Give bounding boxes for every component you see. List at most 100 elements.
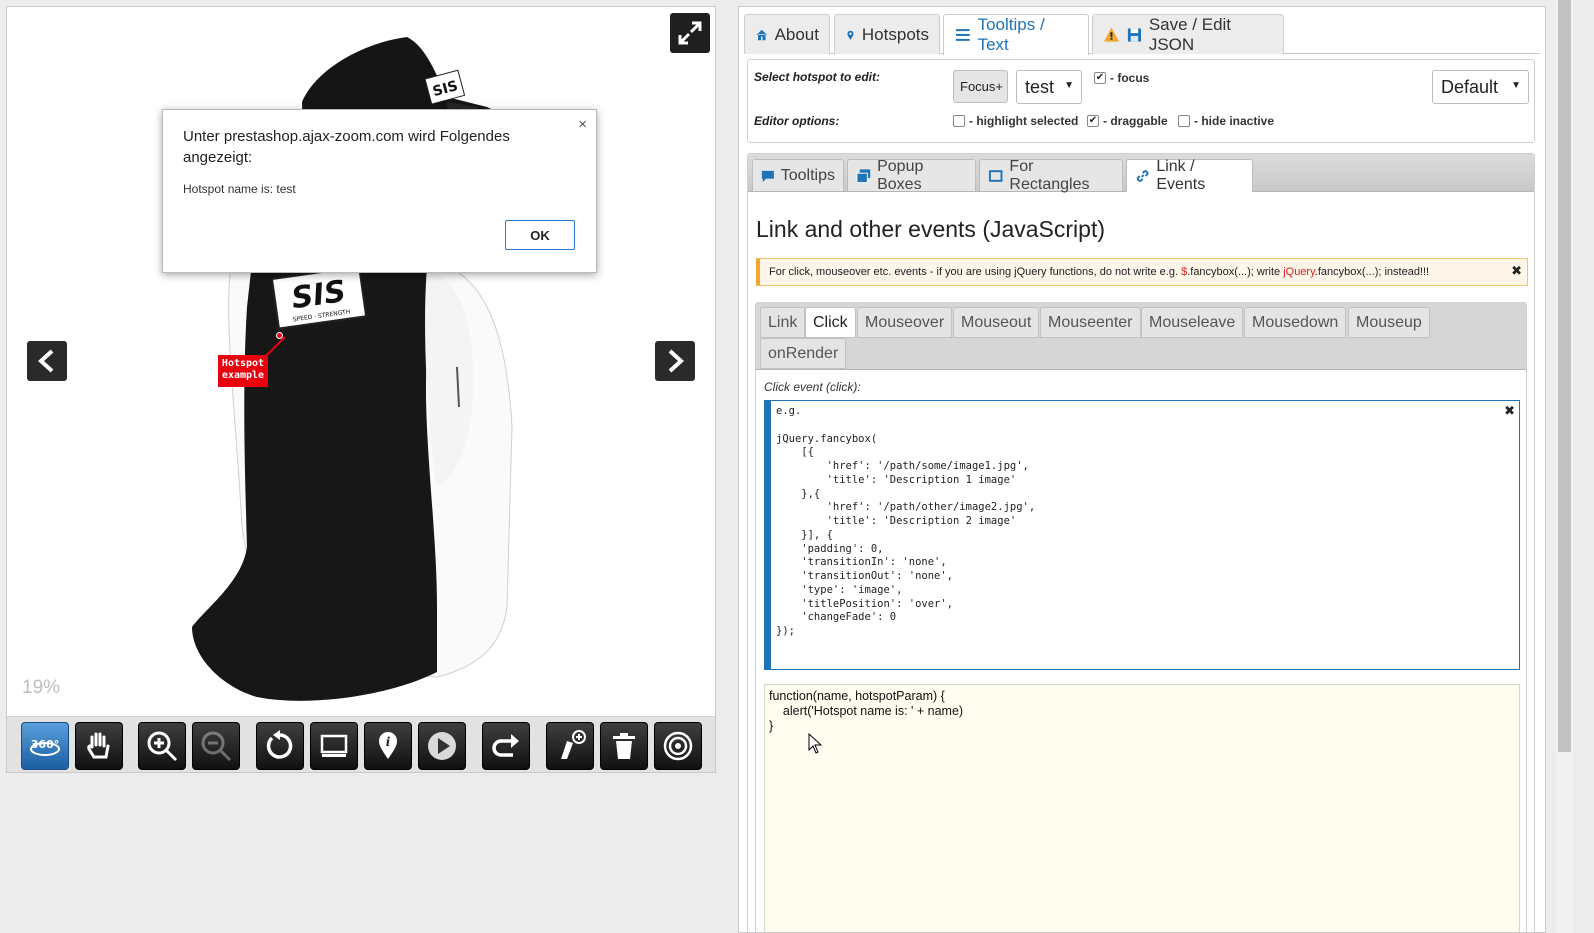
- editor-panel: About Hotspots Tooltips / Text Save / Ed…: [738, 6, 1546, 933]
- checkbox-checked[interactable]: ✔: [1087, 115, 1099, 127]
- highlight-selected-label: - highlight selected: [969, 114, 1079, 128]
- warning-good-example: jQuery: [1283, 266, 1315, 278]
- tab-hotspots[interactable]: Hotspots: [834, 14, 940, 54]
- click-code-editor[interactable]: function(name, hotspotParam) { alert('Ho…: [764, 684, 1520, 932]
- add-hotspot-icon: [561, 730, 586, 759]
- tooltips-text-panel: Tooltips Popup Boxes For Rectangles Link…: [747, 153, 1535, 932]
- subtab-label: For Rectangles: [1009, 157, 1090, 193]
- checkbox-checked[interactable]: ✔: [1094, 72, 1106, 84]
- event-tab-mouseout[interactable]: Mouseout: [953, 307, 1040, 338]
- gallery-button[interactable]: [310, 722, 358, 770]
- hand-pan-icon: [87, 732, 110, 759]
- reset-button[interactable]: [256, 722, 304, 770]
- map-marker-icon: [847, 30, 854, 40]
- event-tab-onrender[interactable]: onRender: [760, 338, 847, 369]
- draggable-checkbox[interactable]: ✔ - draggable: [1087, 114, 1168, 128]
- event-tab-link[interactable]: Link: [760, 307, 806, 338]
- event-tab-mouseleave[interactable]: Mouseleave: [1141, 307, 1244, 338]
- scrollbar-thumb[interactable]: [1558, 0, 1571, 752]
- pan-button[interactable]: [75, 722, 123, 770]
- rectangle-icon: [988, 169, 1003, 182]
- caret-down-icon: ▼: [1064, 80, 1074, 91]
- mouse-cursor-icon: [808, 733, 822, 754]
- page-scrollbar[interactable]: [1556, 0, 1573, 933]
- event-panel: Link Click Mouseover Mouseout Mouseenter…: [755, 302, 1527, 932]
- tab-tooltips-text[interactable]: Tooltips / Text: [943, 14, 1089, 55]
- reset-icon: [266, 730, 293, 759]
- select-hotspot-label: Select hotspot to edit:: [754, 70, 880, 84]
- tab-about[interactable]: About: [744, 14, 830, 54]
- prev-button[interactable]: [27, 341, 67, 381]
- subtab-for-rectangles[interactable]: For Rectangles: [979, 157, 1123, 193]
- checkbox-unchecked[interactable]: [953, 115, 965, 127]
- subtab-link-events[interactable]: Link / Events: [1126, 158, 1253, 193]
- tab-save-edit-json[interactable]: Save / Edit JSON: [1092, 14, 1284, 54]
- zoom-in-button[interactable]: [138, 722, 186, 770]
- image-viewer[interactable]: SIS SPEED · STRENGTH SIS Hotspot example…: [6, 6, 716, 773]
- tab-label: Save / Edit JSON: [1148, 14, 1232, 54]
- tab-label: Hotspots: [861, 24, 929, 44]
- popup-icon: [856, 168, 871, 183]
- close-icon[interactable]: ×: [578, 116, 587, 133]
- redo-icon: [492, 734, 519, 757]
- chevron-left-icon: [38, 349, 54, 373]
- mode-select[interactable]: Default ▼: [1432, 70, 1529, 104]
- close-icon[interactable]: ✖: [1504, 403, 1515, 419]
- caret-down-icon: ▼: [1511, 80, 1521, 91]
- event-tab-mousedown[interactable]: Mousedown: [1244, 307, 1347, 338]
- expand-icon: [678, 21, 702, 45]
- svg-text:i: i: [386, 735, 391, 749]
- warning-text-before: For click, mouseover etc. events - if yo…: [769, 266, 1182, 278]
- event-tab-mouseenter[interactable]: Mouseenter: [1040, 307, 1141, 338]
- sub-tabbar: Tooltips Popup Boxes For Rectangles Link…: [748, 154, 1534, 193]
- focus-checkbox[interactable]: ✔ - focus: [1094, 71, 1149, 85]
- play-button[interactable]: [418, 722, 466, 770]
- focus-label: - focus: [1110, 71, 1150, 85]
- subtab-label: Link / Events: [1156, 158, 1206, 193]
- event-tab-mouseup[interactable]: Mouseup: [1348, 307, 1430, 338]
- fullscreen-button[interactable]: [670, 13, 710, 53]
- delete-button[interactable]: [600, 722, 648, 770]
- event-tab-click[interactable]: Click: [805, 307, 856, 338]
- zoom-out-button[interactable]: [192, 722, 240, 770]
- checkbox-unchecked[interactable]: [1178, 115, 1190, 127]
- zoom-level: 19%: [22, 677, 61, 698]
- chevron-right-icon: [668, 349, 684, 373]
- redo-button[interactable]: [482, 722, 530, 770]
- link-icon: [1136, 170, 1149, 182]
- warning-text-mid: .fancybox(...); write: [1187, 266, 1284, 278]
- ok-button[interactable]: OK: [505, 220, 575, 250]
- alert-message: Hotspot name is: test: [183, 182, 296, 196]
- hotspot-select[interactable]: test ▼: [1016, 70, 1082, 104]
- highlight-selected-checkbox[interactable]: - highlight selected: [953, 114, 1078, 128]
- example-code: e.g. jQuery.fancybox( [{ 'href': '/path/…: [776, 405, 1036, 637]
- 360-button[interactable]: 360°: [21, 722, 69, 770]
- target-button[interactable]: [654, 722, 702, 770]
- event-tabbar: Link Click Mouseover Mouseout Mouseenter…: [756, 303, 1526, 370]
- warning-text-after: .fancybox(...); instead!!!: [1314, 266, 1430, 278]
- add-hotspot-button[interactable]: [546, 722, 594, 770]
- event-tab-mouseover[interactable]: Mouseover: [857, 307, 953, 338]
- subtab-popup-boxes[interactable]: Popup Boxes: [847, 157, 976, 193]
- focus-button[interactable]: Focus+: [953, 70, 1008, 103]
- zoom-out-icon: [201, 731, 232, 762]
- hotspot-label[interactable]: Hotspot example: [218, 355, 268, 387]
- hide-inactive-label: - hide inactive: [1194, 114, 1275, 128]
- hotspot-select-value: test: [1025, 76, 1055, 97]
- subtab-tooltips[interactable]: Tooltips: [752, 159, 844, 191]
- subtab-label: Popup Boxes: [877, 157, 924, 193]
- 360-icon: 360°: [30, 738, 60, 756]
- hotspot-info-button[interactable]: i: [364, 722, 412, 770]
- warning-icon: [1103, 26, 1119, 42]
- list-icon: [955, 29, 970, 41]
- main-tabbar: About Hotspots Tooltips / Text Save / Ed…: [744, 14, 1540, 55]
- tab-label: About: [774, 24, 819, 44]
- zoom-in-icon: [147, 731, 178, 762]
- close-icon[interactable]: ✖: [1511, 263, 1522, 279]
- code-example: e.g. jQuery.fancybox( [{ 'href': '/path/…: [764, 400, 1520, 670]
- next-button[interactable]: [655, 341, 695, 381]
- hotspot-marker[interactable]: [276, 332, 283, 339]
- hide-inactive-checkbox[interactable]: - hide inactive: [1178, 114, 1274, 128]
- subtab-label: Tooltips: [780, 166, 835, 184]
- alert-dialog: Unter prestashop.ajax-zoom.com wird Folg…: [162, 109, 597, 273]
